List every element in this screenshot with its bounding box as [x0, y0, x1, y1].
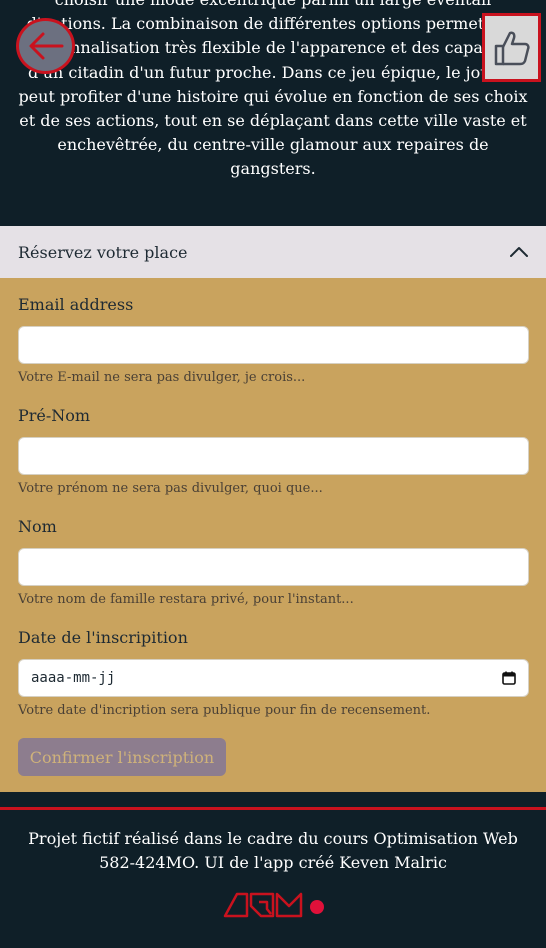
- reservation-accordion-header[interactable]: Réservez votre place: [0, 226, 546, 278]
- date-value: aaaa-mm-jj: [31, 670, 116, 686]
- lastname-field[interactable]: [18, 548, 529, 586]
- intro-section: choisir une mode excentrique parmi un la…: [0, 0, 546, 226]
- reservation-title: Réservez votre place: [18, 242, 188, 262]
- firstname-label: Pré-Nom: [18, 406, 91, 425]
- email-label: Email address: [18, 295, 134, 314]
- logo-icon: [223, 892, 324, 918]
- date-field[interactable]: aaaa-mm-jj: [18, 659, 529, 697]
- intro-text: choisir une mode excentrique parmi un la…: [18, 0, 528, 179]
- lastname-label: Nom: [18, 517, 57, 536]
- date-label: Date de l'inscripition: [18, 628, 188, 647]
- back-button[interactable]: [16, 18, 75, 74]
- arrow-left-icon: [29, 32, 63, 60]
- reservation-form: Email address Votre E-mail ne sera pas d…: [0, 278, 546, 792]
- email-field[interactable]: [18, 326, 529, 364]
- email-help: Votre E-mail ne sera pas divulger, je cr…: [18, 370, 306, 385]
- calendar-icon[interactable]: [502, 671, 516, 685]
- like-button[interactable]: [482, 13, 541, 82]
- footer: Projet fictif réalisé dans le cadre du c…: [0, 807, 546, 948]
- thumbs-up-icon: [494, 31, 530, 65]
- confirm-registration-button[interactable]: Confirmer l'inscription: [18, 738, 226, 776]
- chevron-up-icon: [510, 247, 528, 257]
- footer-text: Projet fictif réalisé dans le cadre du c…: [28, 829, 518, 872]
- firstname-field[interactable]: [18, 437, 529, 475]
- firstname-help: Votre prénom ne sera pas divulger, quoi …: [18, 481, 323, 496]
- lastname-help: Votre nom de famille restara privé, pour…: [18, 592, 354, 607]
- date-help: Votre date d'incription sera publique po…: [18, 703, 431, 718]
